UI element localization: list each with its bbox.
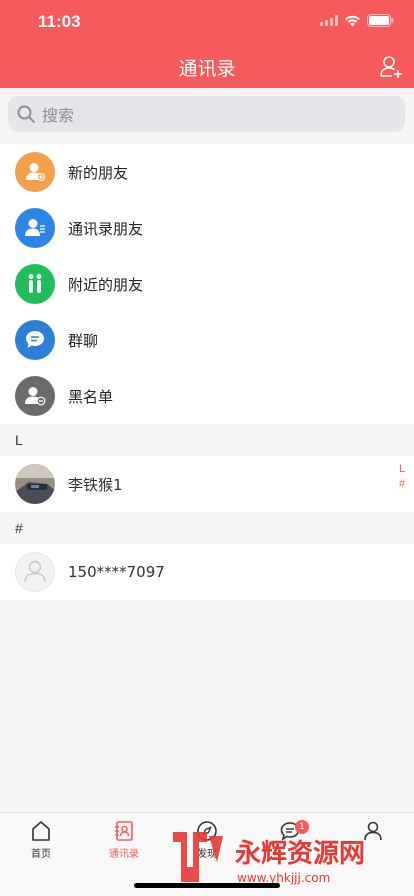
contact-row[interactable]: 李铁猴1 <box>0 456 414 512</box>
index-letter[interactable]: # <box>396 477 408 492</box>
watermark-text: 永辉资源网 <box>235 839 365 869</box>
status-bar: 11:03 <box>0 0 414 44</box>
page-title: 通讯录 <box>178 58 236 80</box>
tab-home[interactable]: 首页 <box>11 819 71 860</box>
battery-icon <box>367 14 394 27</box>
contacts-icon <box>115 821 133 841</box>
menu-item-group-chat[interactable]: 群聊 <box>0 312 414 368</box>
tab-bar: 首页 通讯录 发现 1 永辉资源网 www.yhkjjj.com <box>0 812 414 896</box>
alphabet-index[interactable]: L # <box>396 462 408 492</box>
menu-label: 附近的朋友 <box>68 275 144 294</box>
signal-icon <box>320 15 338 26</box>
search-icon <box>17 105 35 123</box>
function-list: 新的朋友 通讯录朋友 附近的朋友 群聊 黑名单 L 李铁猴1 # 150****… <box>0 144 414 600</box>
menu-item-blacklist[interactable]: 黑名单 <box>0 368 414 424</box>
section-header-hash: # <box>0 512 414 544</box>
home-icon <box>32 821 50 841</box>
status-icons <box>320 14 394 27</box>
contact-name: 李铁猴1 <box>68 475 123 494</box>
add-friend-icon[interactable] <box>378 54 404 80</box>
section-header-l: L <box>0 424 414 456</box>
search-input[interactable]: 搜索 <box>8 96 405 132</box>
tab-label: 通讯录 <box>109 849 139 860</box>
nav-bar: 通讯录 <box>0 44 414 88</box>
menu-item-new-friends[interactable]: 新的朋友 <box>0 144 414 200</box>
menu-label: 群聊 <box>68 331 99 350</box>
nearby-friends-icon <box>15 264 55 304</box>
contact-row[interactable]: 150****7097 <box>0 544 414 600</box>
contact-name: 150****7097 <box>68 563 165 581</box>
group-chat-icon <box>15 320 55 360</box>
blacklist-icon <box>15 376 55 416</box>
tab-label: 首页 <box>31 849 51 860</box>
watermark-logo: 永辉资源网 www.yhkjjj.com <box>173 832 365 885</box>
new-friend-icon <box>15 152 55 192</box>
menu-label: 新的朋友 <box>68 163 129 182</box>
status-time: 11:03 <box>38 12 81 31</box>
wifi-icon <box>345 15 360 26</box>
menu-label: 通讯录朋友 <box>68 219 144 238</box>
search-area: 搜索 <box>0 88 414 144</box>
menu-item-address-book-friends[interactable]: 通讯录朋友 <box>0 200 414 256</box>
menu-label: 黑名单 <box>68 387 114 406</box>
avatar <box>15 464 55 504</box>
tab-contacts[interactable]: 通讯录 <box>94 819 154 860</box>
address-book-friend-icon <box>15 208 55 248</box>
menu-item-nearby-friends[interactable]: 附近的朋友 <box>0 256 414 312</box>
index-letter[interactable]: L <box>396 462 408 477</box>
search-placeholder: 搜索 <box>42 106 75 125</box>
home-indicator <box>134 883 280 888</box>
default-avatar-icon <box>15 552 55 592</box>
